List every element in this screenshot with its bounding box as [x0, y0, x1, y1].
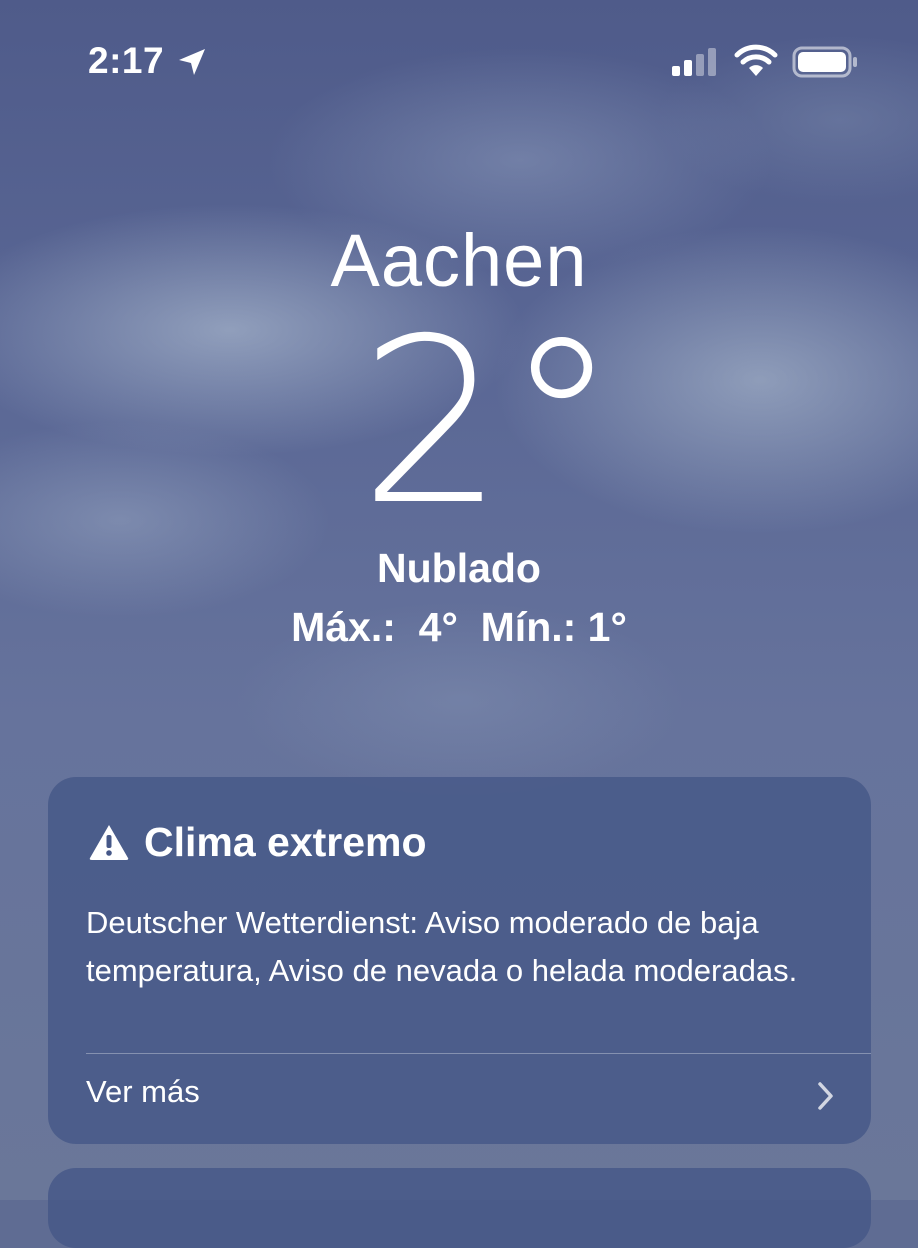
status-time: 2:17: [88, 40, 165, 81]
next-forecast-card[interactable]: [48, 1168, 871, 1248]
wifi-icon: [734, 44, 778, 76]
alert-title: Clima extremo: [144, 818, 427, 865]
status-bar: 2:17: [0, 0, 918, 120]
alert-header: Clima extremo: [88, 817, 427, 867]
cellular-signal-icon: [672, 48, 716, 76]
divider: [86, 1053, 871, 1054]
alert-description: Deutscher Wetterdienst: Aviso moderado d…: [86, 905, 798, 988]
current-temperature: 2°: [359, 289, 619, 555]
warning-icon: [89, 825, 129, 860]
chevron-right-icon: [818, 1082, 833, 1110]
location-arrow-icon: [179, 49, 205, 75]
battery-icon: [792, 46, 857, 78]
weather-condition: Nublado: [377, 545, 541, 591]
high-low-text: Máx.: 4° Mín.: 1°: [291, 604, 627, 650]
see-more-link[interactable]: Ver más: [86, 1070, 846, 1114]
high-low-temperature: Máx.: 4° Mín.: 1°: [0, 604, 918, 651]
severe-weather-card[interactable]: Clima extremo Deutscher Wetterdienst: Av…: [48, 777, 871, 1144]
